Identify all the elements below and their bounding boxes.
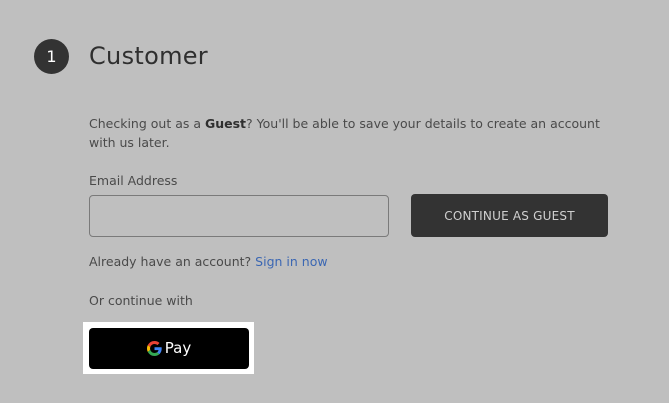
continue-as-guest-button[interactable]: CONTINUE AS GUEST [411, 194, 608, 237]
google-pay-button[interactable]: Pay [89, 328, 249, 369]
guest-checkout-notice: Checking out as a Guest? You'll be able … [89, 114, 609, 152]
step-number: 1 [46, 47, 57, 66]
email-field[interactable] [89, 195, 389, 237]
section-title: Customer [89, 42, 208, 70]
email-label: Email Address [89, 173, 178, 188]
gpay-button-frame: Pay [83, 322, 254, 374]
guest-notice-bold: Guest [204, 116, 247, 131]
google-g-icon [146, 341, 162, 356]
step-number-badge: 1 [34, 39, 69, 74]
or-continue-label: Or continue with [89, 293, 193, 308]
signin-prompt: Already have an account? [89, 254, 252, 269]
guest-notice-prefix: Checking out as a [89, 116, 205, 131]
signin-prompt-line: Already have an account? Sign in now [89, 254, 328, 269]
sign-in-link[interactable]: Sign in now [255, 254, 327, 269]
gpay-label: Pay [164, 339, 192, 357]
